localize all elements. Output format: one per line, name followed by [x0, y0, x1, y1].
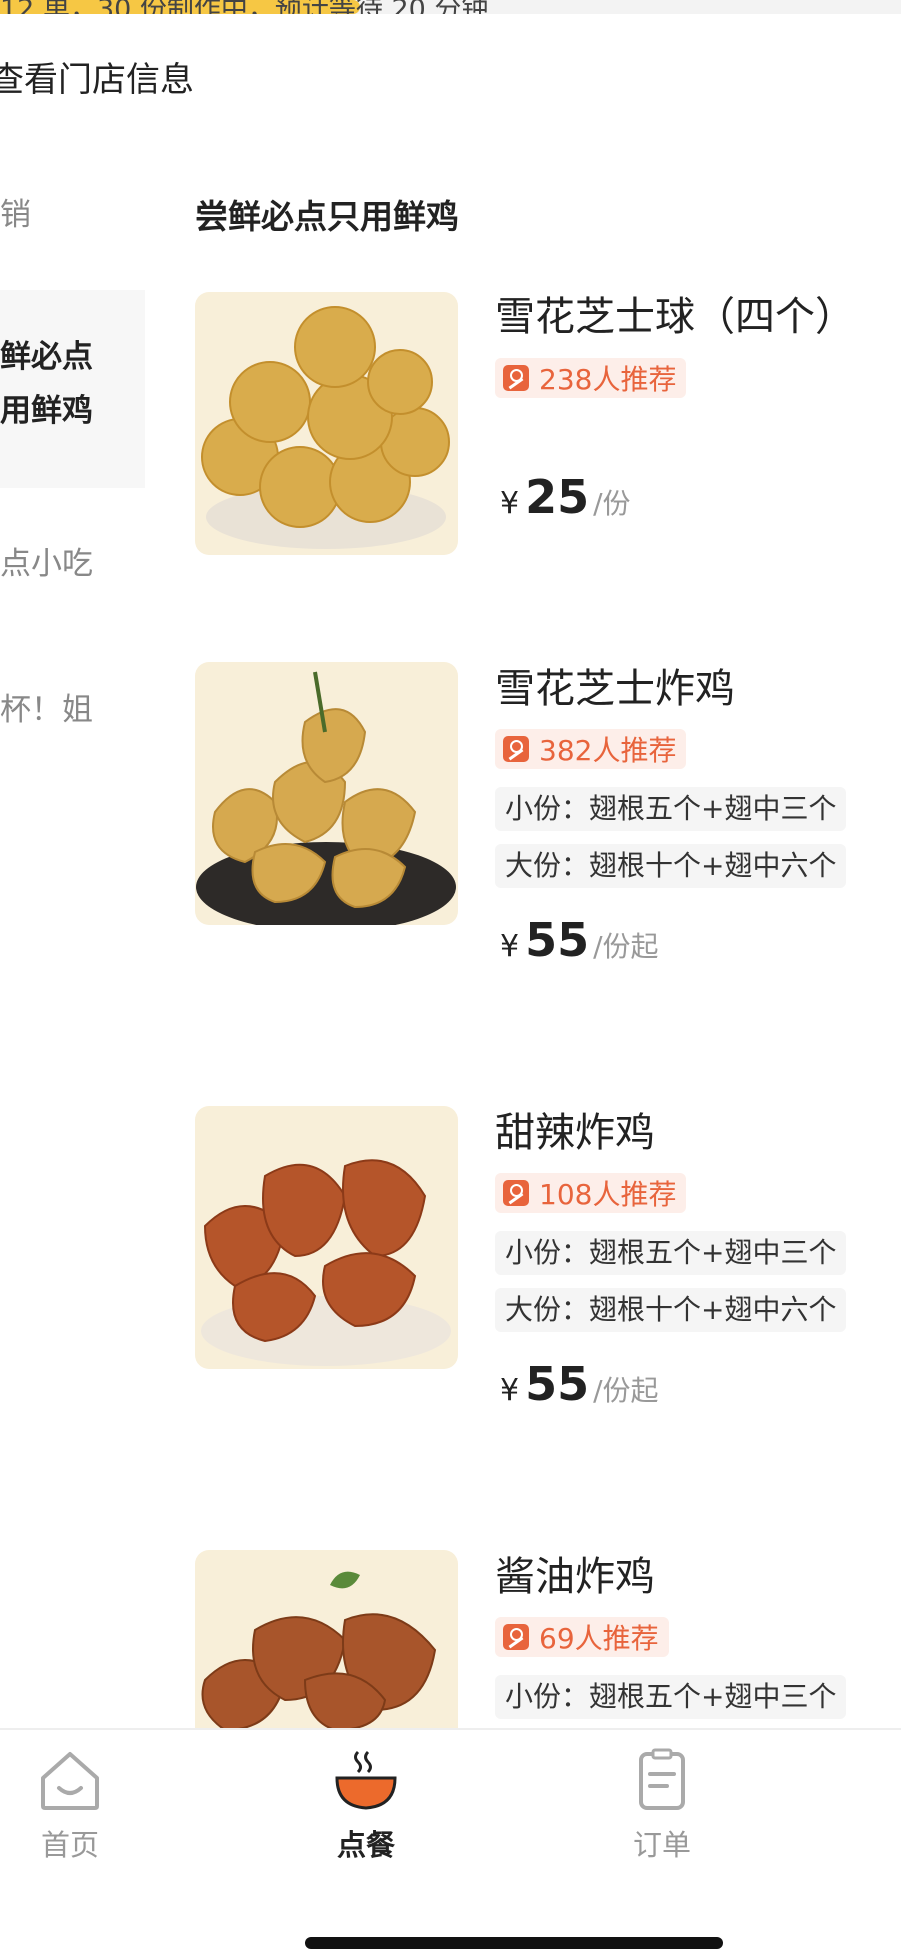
category-item-hot[interactable]: 销 — [0, 188, 31, 242]
section-title: 尝鲜必点只用鲜鸡 — [195, 197, 459, 236]
price-amount: 25 — [525, 470, 590, 524]
tab-order-food[interactable]: 点餐 — [296, 1748, 436, 1864]
tab-order-food-label: 点餐 — [336, 1828, 395, 1862]
product-price: ¥55/份起 — [500, 1357, 659, 1411]
recommend-count: 382人推荐 — [539, 734, 677, 767]
spec-small: 小份：翅根五个+翅中三个 — [495, 787, 847, 831]
product-name[interactable]: 雪花芝士炸鸡 — [495, 656, 735, 714]
thumbs-up-icon — [503, 365, 529, 391]
thumbs-up-icon — [503, 1180, 529, 1206]
order-queue-banner: 12 单，30 份制作中，预计等待 20 分钟 — [0, 0, 901, 14]
currency-symbol: ¥ — [500, 486, 520, 521]
product-name[interactable]: 酱油炸鸡 — [495, 1544, 655, 1602]
spec-large: 大份：翅根十个+翅中六个 — [495, 1288, 847, 1332]
product-image-sweet-spicy-chicken[interactable] — [195, 1106, 458, 1369]
store-info-link[interactable]: 查看门店信息 — [0, 52, 194, 101]
category-active-label: 鲜必点 用鲜鸡 — [0, 330, 93, 438]
spec-small: 小份：翅根五个+翅中三个 — [495, 1231, 847, 1275]
queue-notice-text: 12 单，30 份制作中，预计等待 20 分钟 — [0, 0, 488, 14]
spec-large: 大份：翅根十个+翅中六个 — [495, 844, 847, 888]
home-icon — [41, 1752, 99, 1810]
price-amount: 55 — [525, 1357, 590, 1411]
product-name[interactable]: 雪花芝士球（四个） — [495, 284, 855, 342]
product-price: ¥25/份 — [500, 470, 631, 524]
recommend-count: 108人推荐 — [539, 1178, 677, 1211]
currency-symbol: ¥ — [500, 1373, 520, 1408]
category-item-snacks[interactable]: 点小吃 — [0, 537, 93, 591]
price-amount: 55 — [525, 913, 590, 967]
order-icon — [639, 1748, 685, 1810]
tab-home-label: 首页 — [40, 1828, 99, 1862]
bowl-icon — [335, 1750, 397, 1810]
spec-small: 小份：翅根五个+翅中三个 — [495, 1675, 847, 1719]
recommend-badge: 69人推荐 — [495, 1617, 669, 1657]
recommend-badge: 238人推荐 — [495, 358, 687, 398]
thumbs-up-icon — [503, 736, 529, 762]
currency-symbol: ¥ — [500, 929, 520, 964]
product-image-cheese-balls[interactable] — [195, 292, 458, 555]
tab-orders[interactable]: 订单 — [592, 1748, 732, 1864]
price-unit: /份起 — [593, 1374, 659, 1407]
recommend-count: 238人推荐 — [539, 363, 677, 396]
category-active-line1: 鲜必点 — [0, 339, 93, 375]
product-price: ¥55/份起 — [500, 913, 659, 967]
recommend-badge: 108人推荐 — [495, 1173, 687, 1213]
recommend-count: 69人推荐 — [539, 1622, 659, 1655]
tab-home[interactable]: 首页 — [0, 1748, 140, 1864]
product-image-soy-chicken[interactable] — [195, 1550, 458, 1728]
thumbs-up-icon — [503, 1624, 529, 1650]
tab-orders-label: 订单 — [632, 1828, 691, 1862]
recommend-badge: 382人推荐 — [495, 729, 687, 769]
category-item-drinks[interactable]: 杯！姐 — [0, 683, 93, 737]
product-image-cheese-fried-chicken[interactable] — [195, 662, 458, 925]
home-indicator[interactable] — [305, 1937, 723, 1949]
bottom-tab-bar: 首页 点餐 订单 — [0, 1728, 901, 1956]
category-active-line2: 用鲜鸡 — [0, 393, 93, 429]
product-name[interactable]: 甜辣炸鸡 — [495, 1100, 655, 1158]
price-unit: /份起 — [593, 930, 659, 963]
price-unit: /份 — [593, 487, 631, 520]
